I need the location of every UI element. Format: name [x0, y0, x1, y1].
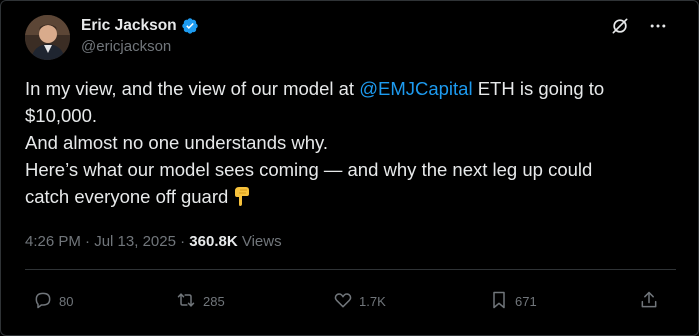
tweet-line-1: In my view, and the view of our model at…: [25, 75, 670, 102]
verified-badge-icon[interactable]: [181, 17, 199, 35]
meta-separator: ·: [80, 233, 95, 250]
repost-button[interactable]: 285: [175, 290, 225, 313]
share-button[interactable]: [639, 290, 659, 313]
views-count: 360.8K: [189, 233, 238, 250]
reply-button[interactable]: 80: [33, 290, 73, 313]
repost-icon: [175, 290, 197, 313]
tweet-text-segment: In my view, and the view of our model at: [25, 78, 360, 99]
author-names: Eric Jackson @ericjackson: [81, 16, 199, 55]
like-button[interactable]: 1.7K: [333, 290, 386, 313]
tweet-line-3: And almost no one understands why.: [25, 132, 329, 153]
reply-icon: [33, 290, 53, 313]
tweet-line-4: Here’s what our model sees coming — and …: [25, 159, 593, 180]
tweet-meta: 4:26 PM · Jul 13, 2025 · 360.8K Views: [25, 233, 282, 250]
more-horizontal-icon[interactable]: [648, 16, 668, 36]
tweet-line-2: $10,000.: [25, 105, 98, 126]
heart-icon: [333, 290, 353, 313]
display-name[interactable]: Eric Jackson: [81, 17, 177, 35]
action-bar: 80 285 1.7K 671: [25, 284, 676, 320]
avatar-image: [25, 15, 70, 60]
tweet-header: Eric Jackson @ericjackson: [25, 15, 676, 63]
share-icon: [639, 290, 659, 313]
meta-separator: ·: [175, 233, 190, 250]
tweet-text-segment: catch everyone off guard: [25, 186, 229, 207]
tweet-text: In my view, and the view of our model at…: [25, 75, 670, 214]
reply-count: 80: [59, 294, 74, 309]
divider: [25, 269, 676, 270]
tweet-card: Eric Jackson @ericjackson In my view, an…: [0, 0, 699, 336]
repost-count: 285: [203, 294, 225, 309]
grok-icon[interactable]: [610, 16, 630, 36]
avatar[interactable]: [25, 15, 70, 60]
tweet-time[interactable]: 4:26 PM: [25, 233, 81, 250]
like-count: 1.7K: [359, 294, 386, 309]
bookmark-icon: [489, 290, 509, 313]
tweet-line-5: catch everyone off guard: [25, 183, 670, 214]
tweet-text-segment: ETH is going to: [472, 78, 605, 99]
name-row: Eric Jackson: [81, 16, 199, 36]
mention-link[interactable]: @EMJCapital: [359, 78, 472, 99]
pointing-down-emoji: [232, 185, 252, 214]
bookmark-button[interactable]: 671: [489, 290, 537, 313]
header-actions: [610, 15, 668, 37]
tweet-date[interactable]: Jul 13, 2025: [94, 233, 176, 250]
views-label: Views: [237, 233, 282, 250]
author-handle[interactable]: @ericjackson: [81, 38, 199, 55]
bookmark-count: 671: [515, 294, 537, 309]
